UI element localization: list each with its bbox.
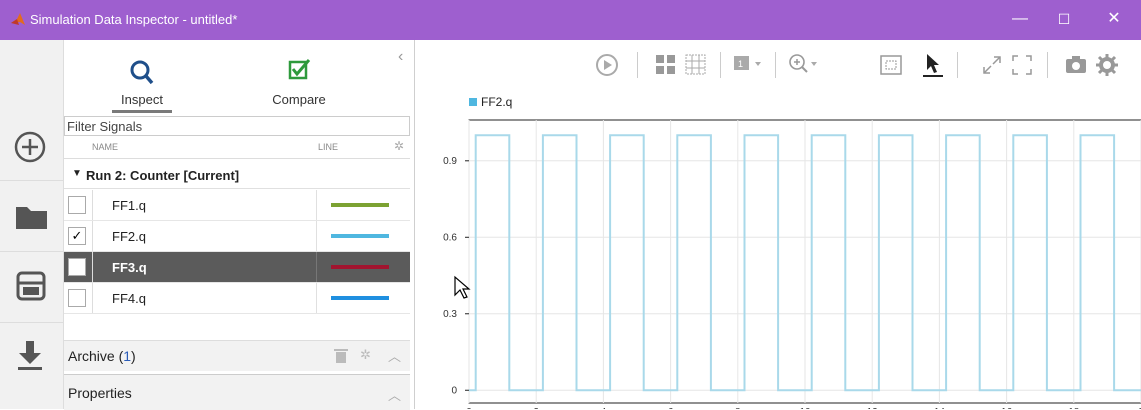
plot-toolbar: 1 [415, 40, 1141, 90]
signal-table-header: NAME LINE ✲ [64, 136, 410, 159]
signal-name: FF2.q [112, 229, 146, 244]
zoom-in-icon[interactable] [787, 52, 821, 76]
save-button[interactable] [0, 252, 63, 323]
add-circle-icon [14, 131, 46, 163]
folder-icon [16, 207, 47, 229]
signal-row[interactable]: ✓ FF2.q [64, 221, 410, 252]
snapshot-icon[interactable] [1065, 54, 1087, 76]
line-style-cell[interactable] [316, 252, 411, 282]
save-icon [16, 271, 46, 301]
minimize-icon: — [1012, 10, 1028, 27]
maximize-icon: ☐ [1057, 11, 1071, 27]
properties-label: Properties [68, 385, 132, 401]
signal-row[interactable]: FF1.q [64, 190, 410, 221]
tab-compare-label: Compare [272, 92, 326, 107]
layout-grid-icon[interactable] [655, 54, 677, 76]
properties-section[interactable]: Properties ︿ [64, 374, 410, 410]
legend-label: FF2.q [481, 95, 512, 109]
subplot-number-icon[interactable]: 1 [733, 54, 767, 76]
checkbox-icon [288, 59, 311, 80]
line-style-cell[interactable] [316, 221, 411, 251]
expand-caret-icon[interactable]: ▼ [72, 168, 82, 179]
svg-text:1: 1 [738, 59, 743, 69]
signal-checkbox[interactable]: ✓ [68, 227, 86, 245]
y-tick-label: 0.3 [443, 309, 457, 320]
signal-name: FF4.q [112, 291, 146, 306]
close-icon: ✕ [1107, 10, 1121, 27]
signal-checkbox[interactable] [68, 258, 86, 276]
run-label: Run 2: Counter [Current] [86, 168, 240, 183]
signal-name: FF1.q [112, 198, 146, 213]
signal-checkbox[interactable] [68, 196, 86, 214]
trash-icon[interactable] [334, 348, 348, 364]
line-color-swatch [331, 265, 389, 269]
signal-row[interactable]: FF3.q [64, 252, 410, 283]
archive-settings-icon[interactable]: ✲ [360, 347, 371, 363]
window-title: Simulation Data Inspector - untitled* [30, 12, 238, 27]
y-tick-label: 0 [451, 385, 457, 396]
subplot-grid-icon[interactable] [685, 54, 707, 76]
line-color-swatch [331, 296, 389, 300]
run-row[interactable]: ▼ Run 2: Counter [Current] [64, 164, 410, 189]
fullscreen-icon[interactable] [1011, 54, 1033, 76]
expand-icon[interactable] [981, 54, 1003, 76]
tab-compare[interactable]: Compare [239, 48, 359, 108]
new-button[interactable] [0, 110, 63, 181]
cursor-icon[interactable] [921, 52, 945, 78]
minimize-button[interactable]: — [1000, 6, 1040, 32]
line-style-cell[interactable] [316, 283, 411, 313]
download-icon [18, 341, 42, 370]
archive-count: 1 [123, 348, 132, 364]
matlab-logo-icon [11, 13, 25, 25]
fit-to-view-icon[interactable] [879, 54, 903, 76]
signals-panel: Inspect Compare ‹ Filter Signals NAME LI… [64, 40, 415, 410]
open-button[interactable] [0, 181, 63, 252]
left-rail [0, 40, 64, 409]
signal-checkbox[interactable] [68, 289, 86, 307]
legend-swatch [469, 98, 477, 106]
line-color-swatch [331, 203, 389, 207]
maximize-button[interactable]: ☐ [1044, 6, 1084, 32]
filter-signals-input[interactable]: Filter Signals [64, 116, 410, 136]
line-chart[interactable]: FF2.q024681012141618200.30.60.9 [415, 90, 1141, 409]
play-icon[interactable] [595, 53, 619, 77]
close-button[interactable]: ✕ [1094, 6, 1134, 32]
tab-inspect[interactable]: Inspect [82, 48, 202, 113]
chevron-up-icon[interactable]: ︿ [388, 346, 401, 365]
chevron-up-icon[interactable]: ︿ [388, 385, 401, 404]
search-icon [130, 60, 154, 85]
tab-inspect-label: Inspect [121, 92, 163, 107]
plot-area: 1 FF2.q 0 0.3 0.6 0.9 [415, 40, 1141, 409]
y-tick-label: 0.6 [443, 232, 457, 243]
collapse-panel-button[interactable]: ‹ [398, 48, 403, 66]
line-color-swatch [331, 234, 389, 238]
active-tab-indicator [112, 110, 172, 113]
column-settings-icon[interactable]: ✲ [394, 139, 404, 153]
y-tick-label: 0.9 [443, 156, 457, 167]
archive-section[interactable]: Archive (1) ✲ ︿ [64, 340, 410, 371]
column-name-header[interactable]: NAME [92, 142, 118, 152]
signal-name: FF3.q [112, 260, 147, 275]
archive-label: Archive (1) [68, 348, 136, 364]
column-line-header[interactable]: LINE [318, 142, 338, 152]
signal-row[interactable]: FF4.q [64, 283, 410, 314]
line-style-cell[interactable] [316, 190, 411, 220]
settings-icon[interactable] [1095, 53, 1119, 77]
export-button[interactable] [0, 323, 63, 393]
title-bar: Simulation Data Inspector - untitled* — … [0, 0, 1141, 40]
mouse-pointer-icon [454, 275, 471, 299]
